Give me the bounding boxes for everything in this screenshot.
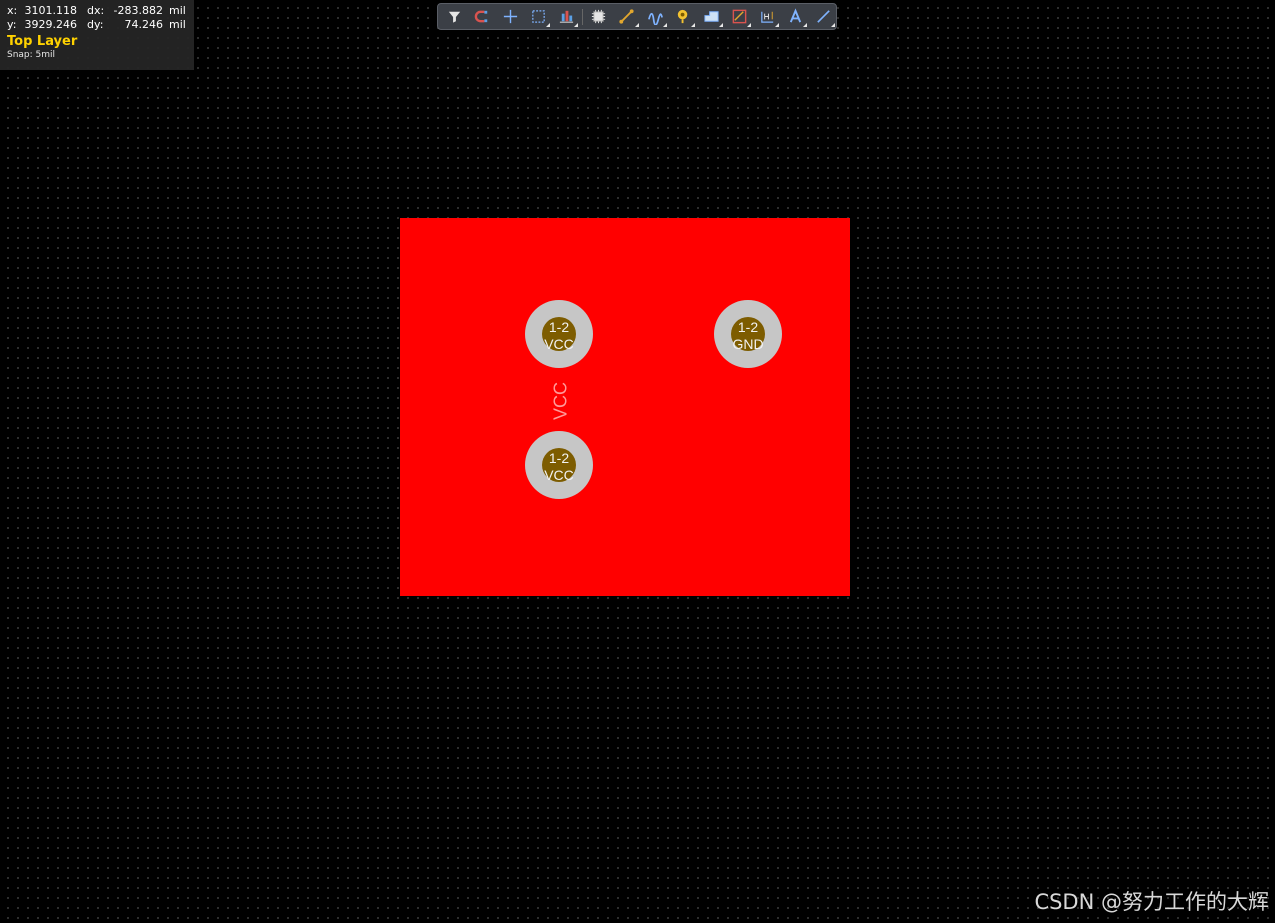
dx-value: -283.882 [113,4,163,17]
pad-net-name: VCC [544,336,574,352]
x-unit: mil [169,4,186,17]
copper-pour-region[interactable] [400,218,850,596]
keepout-icon[interactable] [727,6,752,28]
dy-label: dy: [87,18,104,31]
y-value: 3929.246 [24,18,78,31]
hud-x-row: x: 3101.118 dx: -283.882 mil [7,4,194,18]
filter-icon[interactable] [442,6,467,28]
coordinate-hud: x: 3101.118 dx: -283.882 mil y: 3929.246… [0,0,194,70]
active-layer-name: Top Layer [7,34,78,49]
polygon-pour-icon[interactable] [699,6,724,28]
via-icon[interactable] [671,6,696,28]
pcb-canvas[interactable]: 1-2 VCC 1-2 GND 1-2 VCC VCC CSDN @努力工作的大… [0,0,1275,923]
pad-net-name: VCC [544,467,574,483]
crosshair-icon[interactable] [498,6,523,28]
line-icon[interactable] [811,6,836,28]
hud-y-row: y: 3929.246 dy: 74.246 mil [7,18,194,32]
x-label: x: [7,4,18,17]
snap-magnet-icon[interactable] [470,6,495,28]
net-label: VCC [550,381,571,421]
select-box-icon[interactable] [526,6,551,28]
component-icon[interactable] [586,6,611,28]
pad-net-name: GND [732,336,764,352]
through-hole-pad[interactable]: 1-2 VCC [525,300,593,368]
y-label: y: [7,18,17,31]
through-hole-pad[interactable]: 1-2 VCC [525,431,593,499]
diff-pair-icon[interactable] [643,6,668,28]
align-icon[interactable] [554,6,579,28]
dy-value: 74.246 [124,18,164,31]
snap-setting: Snap: 5mil [7,50,56,60]
route-track-icon[interactable] [614,6,639,28]
y-unit: mil [169,18,186,31]
active-bar-toolbar [437,3,837,30]
pad-number: 1-2 [548,450,570,466]
x-value: 3101.118 [24,4,78,17]
pad-number: 1-2 [737,319,759,335]
toolbar-separator [582,8,584,25]
through-hole-pad[interactable]: 1-2 GND [714,300,782,368]
pad-number: 1-2 [548,319,570,335]
watermark-text: CSDN @努力工作的大辉 [1034,890,1269,914]
text-icon[interactable] [783,6,808,28]
dx-label: dx: [87,4,105,17]
dimension-icon[interactable] [755,6,780,28]
